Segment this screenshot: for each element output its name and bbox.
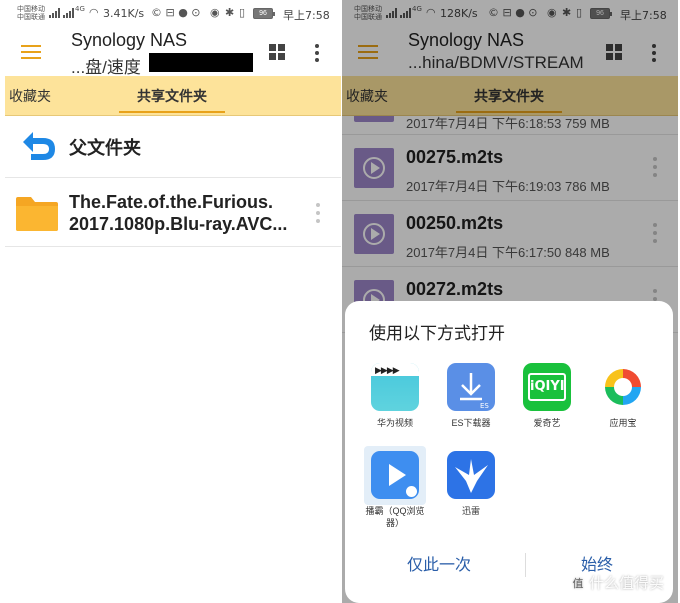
left-screen: 中国移动 中国联通 4G ◠ 3.41K/s © ⊟ ● ⊙ ◉ ✱ ▯ 96 … (5, 0, 341, 603)
tab-shared-folders[interactable]: 共享文件夹 (119, 76, 225, 116)
redaction-bar (149, 53, 253, 72)
current-path: ...hina/BDMV/STREAM (408, 53, 584, 72)
tab-bar: 收藏夹 共享文件夹 (5, 76, 341, 116)
tab-favorites[interactable]: 收藏夹 (9, 76, 51, 116)
carrier-2: 中国联通 (17, 13, 45, 21)
item-menu-icon[interactable] (652, 157, 658, 179)
file-row[interactable]: 00250.m2ts 2017年7月4日 下午6:17:50 848 MB (342, 201, 678, 267)
app-yingyongbao[interactable]: 应用宝 (583, 363, 663, 429)
wifi-icon: ◠ (426, 6, 436, 19)
button-divider (525, 553, 526, 577)
folder-name-line1: The.Fate.of.the.Furious. (69, 192, 274, 212)
app-iqiyi[interactable]: iQIYI 爱奇艺 (507, 363, 587, 429)
tab-bar: 收藏夹 共享文件夹 (342, 76, 678, 116)
tab-favorites[interactable]: 收藏夹 (346, 76, 388, 116)
file-name: 00275.m2ts (406, 147, 504, 167)
open-with-sheet: 使用以下方式打开 ▶▶▶▶ 华为视频 ES ES下载器 iQIYI 爱奇艺 应用… (345, 301, 673, 603)
once-button[interactable]: 仅此一次 (369, 551, 509, 581)
iqiyi-icon: iQIYI (523, 363, 571, 411)
watermark-logo-icon: 值 (569, 576, 586, 592)
app-huawei-video[interactable]: ▶▶▶▶ 华为视频 (355, 363, 435, 429)
vibrate-icon: ▯ (239, 6, 246, 19)
file-meta: 2017年7月4日 下午6:17:50 848 MB (406, 245, 610, 260)
carrier-labels: 中国移动 中国联通 (354, 5, 384, 21)
menu-icon[interactable] (21, 45, 41, 59)
clock: 早上7:58 (620, 9, 667, 22)
grid-view-icon[interactable] (606, 44, 622, 60)
network-type: 4G (75, 5, 85, 13)
yingyongbao-icon (599, 363, 647, 411)
app-label: 爱奇艺 (533, 418, 561, 428)
parent-folder-label: 父文件夹 (69, 138, 141, 158)
app-label: 华为视频 (376, 418, 413, 428)
notification-icons: © ⊟ ● ⊙ (151, 6, 201, 19)
folder-icon (16, 197, 58, 231)
video-file-icon (354, 214, 394, 254)
current-path: ...盘/速度 (71, 58, 141, 77)
carrier-2: 中国联通 (354, 13, 382, 21)
menu-icon[interactable] (358, 45, 378, 59)
app-bar: Synology NAS ...hina/BDMV/STREAM (342, 28, 678, 76)
sheet-title: 使用以下方式打开 (369, 324, 505, 343)
app-bar: Synology NAS ...盘/速度 (5, 28, 341, 77)
file-name: 00272.m2ts (406, 279, 504, 299)
carrier-1: 中国移动 (354, 5, 382, 13)
signal-icon (63, 8, 74, 18)
network-speed: 128K/s (440, 7, 478, 20)
file-meta: 2017年7月4日 下午6:19:03 786 MB (406, 179, 610, 194)
carrier-1: 中国移动 (17, 5, 45, 13)
notification-icons: © ⊟ ● ⊙ (488, 6, 538, 19)
network-speed: 3.41K/s (103, 7, 145, 20)
bluetooth-icon: ✱ (225, 6, 235, 19)
overflow-menu-icon[interactable] (649, 43, 659, 63)
app-label: ES下载器 (451, 418, 491, 428)
battery-icon: 96 (253, 8, 275, 19)
parent-folder-row[interactable]: 父文件夹 (5, 116, 341, 178)
wifi-icon: ◠ (89, 6, 99, 19)
folder-row[interactable]: The.Fate.of.the.Furious. 2017.1080p.Blu-… (5, 179, 341, 247)
app-title: Synology NAS (71, 30, 188, 50)
huawei-video-icon: ▶▶▶▶ (371, 363, 419, 411)
clock: 早上7:58 (283, 9, 330, 22)
watermark: 值什么值得买 (569, 572, 664, 593)
signal-icon (49, 8, 60, 18)
alarm-icon: ◉ (210, 6, 220, 19)
battery-icon: 96 (590, 8, 612, 19)
right-screen: 中国移动 中国联通 4G ◠ 128K/s © ⊟ ● ⊙ ◉ ✱ ▯ 96 早… (342, 0, 678, 603)
folder-name-line2: 2017.1080p.Blu-ray.AVC... (69, 214, 288, 234)
app-es-downloader[interactable]: ES ES下载器 (431, 363, 511, 429)
status-bar: 中国移动 中国联通 4G ◠ 3.41K/s © ⊟ ● ⊙ ◉ ✱ ▯ 96 … (5, 0, 341, 28)
alarm-icon: ◉ (547, 6, 557, 19)
svg-text:ES: ES (480, 402, 489, 410)
qq-player-icon (371, 451, 419, 499)
signal-icon (400, 8, 411, 18)
status-bar: 中国移动 中国联通 4G ◠ 128K/s © ⊟ ● ⊙ ◉ ✱ ▯ 96 早… (342, 0, 678, 28)
app-qq-player[interactable]: 播霸（QQ浏览器） (355, 451, 435, 529)
app-label: 播霸（QQ浏览器） (365, 506, 425, 528)
file-name: 00250.m2ts (406, 213, 504, 233)
video-file-icon (354, 148, 394, 188)
item-menu-icon[interactable] (652, 223, 658, 245)
app-label: 应用宝 (609, 418, 637, 428)
overflow-menu-icon[interactable] (312, 43, 322, 63)
network-type: 4G (412, 5, 422, 13)
folder-name: The.Fate.of.the.Furious. 2017.1080p.Blu-… (69, 191, 309, 235)
bluetooth-icon: ✱ (562, 6, 572, 19)
app-xunlei[interactable]: 迅雷 (431, 451, 511, 517)
watermark-text: 什么值得买 (588, 574, 664, 592)
es-downloader-icon: ES (447, 363, 495, 411)
carrier-labels: 中国移动 中国联通 (17, 5, 47, 21)
app-label: 迅雷 (461, 506, 480, 516)
tab-shared-folders[interactable]: 共享文件夹 (456, 76, 562, 116)
grid-view-icon[interactable] (269, 44, 285, 60)
app-title: Synology NAS (408, 30, 525, 50)
back-arrow-icon (23, 132, 55, 160)
xunlei-icon (447, 451, 495, 499)
vibrate-icon: ▯ (576, 6, 583, 19)
signal-icon (386, 8, 397, 18)
item-menu-icon[interactable] (315, 203, 321, 225)
file-row[interactable]: 00275.m2ts 2017年7月4日 下午6:19:03 786 MB (342, 135, 678, 201)
